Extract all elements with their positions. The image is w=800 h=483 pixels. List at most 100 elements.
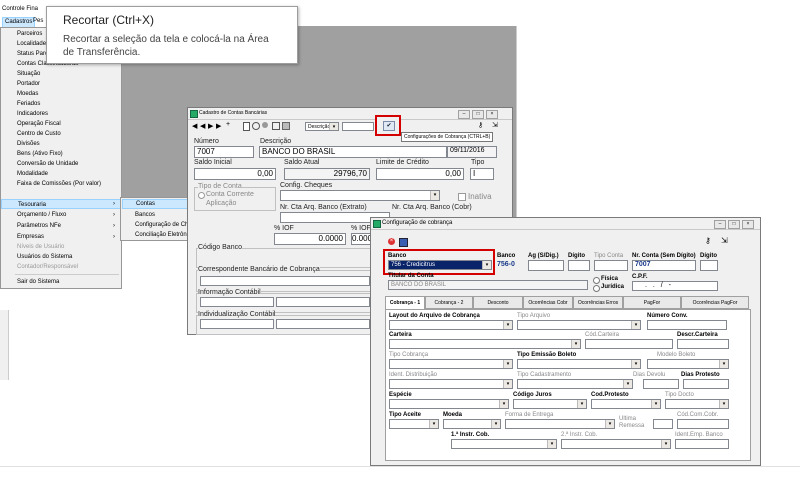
menu-item-empresas[interactable]: Empresas <box>1 232 123 242</box>
inativa-checkbox[interactable] <box>458 193 466 201</box>
descricao-field[interactable]: BANCO DO BRASIL <box>259 146 447 158</box>
tipo-field[interactable]: I <box>470 168 494 180</box>
submenu-item-bancos[interactable]: Bancos <box>135 210 155 220</box>
tipo-emissao-combo[interactable]: ▾ <box>517 359 641 369</box>
tab-cobranca-2[interactable]: Cobrança - 2 <box>425 296 473 309</box>
ident-distrib-combo[interactable]: ▾ <box>389 379 513 389</box>
informacao-contabil-field-1[interactable] <box>200 297 274 307</box>
save-icon[interactable] <box>399 238 408 247</box>
numero-conv-field[interactable] <box>647 320 727 330</box>
instr1-combo[interactable]: ▾ <box>451 439 557 449</box>
tab-pagfor[interactable]: PagFor <box>623 296 681 309</box>
minimize-button[interactable]: – <box>458 110 470 119</box>
next-record-icon[interactable]: ▶ <box>208 122 213 130</box>
iof-field-2[interactable]: 0.0000 <box>351 233 376 245</box>
minimize-button[interactable]: – <box>714 220 726 229</box>
modelo-boleto-combo[interactable]: ▾ <box>647 359 729 369</box>
descr-carteira-field[interactable] <box>677 339 729 349</box>
informacao-contabil-field-2[interactable] <box>276 297 370 307</box>
data-field[interactable]: 09/11/2016 <box>447 146 497 158</box>
menu-item-operacao-fiscal[interactable]: Operação Fiscal <box>1 119 123 129</box>
first-record-icon[interactable]: ◀ <box>192 122 197 130</box>
edit-icon[interactable] <box>252 122 260 130</box>
individualizacao-field-1[interactable] <box>200 319 274 329</box>
tab-ocorrencias-erros[interactable]: Ocorrências Erros <box>573 296 623 309</box>
exit-icon[interactable]: ⇲ <box>492 121 498 129</box>
menu-item-orcamento-fluxo[interactable]: Orçamento / Fluxo <box>1 210 123 220</box>
menu-item-conversao-unidade[interactable]: Conversão de Unidade <box>1 159 123 169</box>
search-field-combo[interactable]: Descrição ▾ <box>305 122 339 131</box>
banco-combo[interactable]: 756 - Credicitrus ▾ <box>388 260 492 270</box>
menu-item-sair[interactable]: Sair do Sistema <box>1 277 123 287</box>
individualizacao-field-2[interactable] <box>276 319 370 329</box>
delete-icon[interactable] <box>262 122 268 128</box>
key-icon[interactable]: ⚷ <box>478 121 483 129</box>
exit-icon[interactable]: ⇲ <box>721 236 728 245</box>
tipo-cobranca-combo[interactable]: ▾ <box>389 359 513 369</box>
tipo-conta-field[interactable] <box>594 260 628 271</box>
menu-item-moedas[interactable]: Moedas <box>1 89 123 99</box>
new-doc-icon[interactable] <box>243 122 250 131</box>
cancel-icon[interactable]: × <box>388 238 395 245</box>
tipo-docto-combo[interactable]: ▾ <box>665 399 729 409</box>
especie-combo[interactable]: ▾ <box>389 399 509 409</box>
cpf-field[interactable]: . . / - <box>632 281 718 291</box>
digito-field[interactable] <box>568 260 590 271</box>
menu-item-usuarios-sistema[interactable]: Usuários do Sistema <box>1 252 123 262</box>
nr-conta-field[interactable]: 7007 <box>632 260 696 271</box>
saldo-inicial-field[interactable]: 0,00 <box>194 168 276 180</box>
cod-protesto-combo[interactable]: ▾ <box>591 399 661 409</box>
digito2-field[interactable] <box>700 260 718 271</box>
tab-ocorrencias-pagfor[interactable]: Ocorrências PagFor <box>681 296 749 309</box>
iof-field-1[interactable]: 0.0000 <box>274 233 346 245</box>
close-button[interactable]: × <box>742 220 754 229</box>
prev-record-icon[interactable]: ◀ <box>200 122 205 130</box>
search-input[interactable] <box>342 122 374 131</box>
submenu-item-conciliacao[interactable]: Conciliação Eletrônica <box>135 230 194 240</box>
maximize-button[interactable]: □ <box>472 110 484 119</box>
menu-item-feriados[interactable]: Feriados <box>1 99 123 109</box>
numero-field[interactable]: 7007 <box>194 146 254 158</box>
menu-item-situacao[interactable]: Situação <box>1 69 123 79</box>
menu-item-tesouraria[interactable]: Tesouraria <box>1 199 123 209</box>
correspondente-field[interactable] <box>200 276 370 286</box>
tipo-arquivo-combo[interactable]: ▾ <box>517 320 641 330</box>
cod-com-cobr-field[interactable] <box>677 419 729 429</box>
config-cheques-combo[interactable]: ▾ <box>280 190 440 201</box>
menu-item-parametros-nfe[interactable]: Parâmetros NFe <box>1 221 123 231</box>
menu-item-faixa-comissoes[interactable]: Faixa de Comissões (Por valor) <box>1 179 123 189</box>
menu-item-contador[interactable]: Contador/Responsável <box>1 262 123 272</box>
key-icon[interactable]: ⚷ <box>705 236 711 245</box>
tab-desconto[interactable]: Desconto <box>473 296 523 309</box>
dias-devolu-field[interactable] <box>643 379 679 389</box>
juridica-radio[interactable] <box>593 285 600 292</box>
cod-carteira-field[interactable] <box>585 339 673 349</box>
codigo-juros-combo[interactable]: ▾ <box>513 399 587 409</box>
layout-combo[interactable]: ▾ <box>389 320 513 330</box>
conta-corrente-radio[interactable] <box>198 192 205 199</box>
tipo-cadastramento-combo[interactable]: ▾ <box>517 379 633 389</box>
tab-cobranca-1[interactable]: Cobrança - 1 <box>385 296 425 309</box>
menu-item-niveis-usuario[interactable]: Níveis de Usuário <box>1 242 123 252</box>
close-button[interactable]: × <box>486 110 498 119</box>
dias-protesto-field[interactable] <box>683 379 729 389</box>
add-icon[interactable]: + <box>226 121 230 128</box>
menu-item-portador[interactable]: Portador <box>1 79 123 89</box>
cobranca-config-button[interactable]: ✔ <box>375 115 401 136</box>
fisica-radio[interactable] <box>593 277 600 284</box>
menu-item-modalidade[interactable]: Modalidade <box>1 169 123 179</box>
ag-field[interactable] <box>528 260 564 271</box>
tipo-aceite-combo[interactable]: ▾ <box>389 419 439 429</box>
limite-field[interactable]: 0,00 <box>376 168 464 180</box>
menu-item-bens[interactable]: Bens (Ativo Fixo) <box>1 149 123 159</box>
tab-ocorrencias-cobr[interactable]: Ocorrências Cobr <box>523 296 573 309</box>
ultima-remessa-field[interactable] <box>653 419 673 429</box>
instr2-combo[interactable]: ▾ <box>561 439 671 449</box>
menu-pes[interactable]: Pes <box>33 18 43 24</box>
maximize-button[interactable]: □ <box>728 220 740 229</box>
ident-emp-field[interactable] <box>675 439 729 449</box>
menu-item-centro-custo[interactable]: Centro de Custo <box>1 129 123 139</box>
save-icon[interactable] <box>282 122 290 130</box>
forma-entrega-combo[interactable]: ▾ <box>505 419 615 429</box>
carteira-combo[interactable]: ▾ <box>389 339 581 349</box>
